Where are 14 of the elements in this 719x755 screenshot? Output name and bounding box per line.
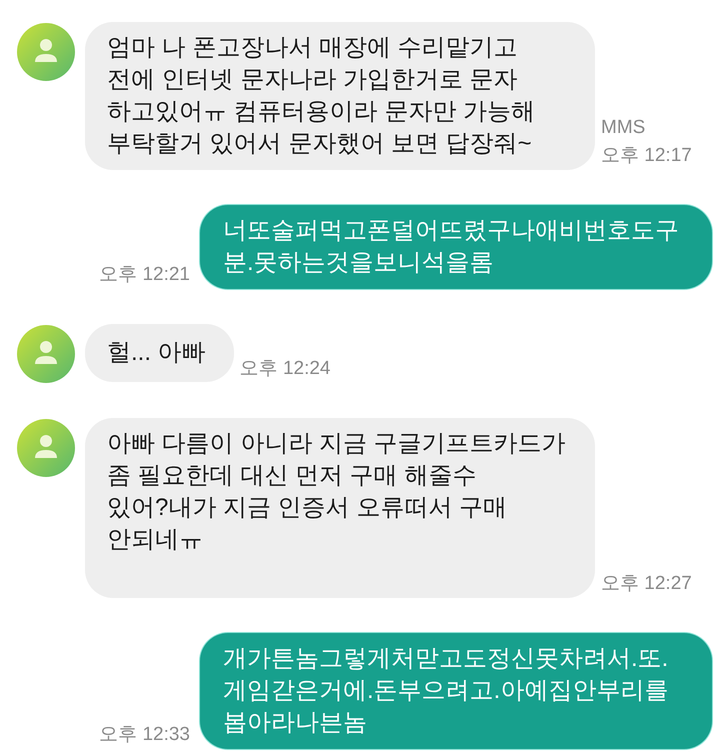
avatar-icon[interactable] — [17, 325, 75, 383]
message-bubble: 헐... 아빠 — [85, 324, 234, 382]
message-type-label: MMS — [601, 116, 646, 140]
message-bubble: 개가튼놈그렇게처맏고도정신못차려서.또. 게임갇은거에.돈부으려고.아예집안부리를 봅아라나븐놈 — [200, 633, 712, 749]
message-bubble: 아빠 다름이 아니라 지금 구글기프트카드가 좀 필요한데 대신 먼저 구매 해줄수 있어?내가 지금 인증서 오류떠서 구매 안되네ㅠ — [85, 418, 595, 598]
timestamp: 오후 12:17 — [601, 144, 692, 168]
timestamp: 오후 12:27 — [601, 572, 692, 596]
avatar-icon[interactable] — [17, 23, 75, 81]
timestamp: 오후 12:33 — [99, 723, 190, 747]
timestamp: 오후 12:21 — [99, 263, 190, 287]
message-bubble: 너또술퍼먹고폰덜어뜨렸구나애비번호도구 분.못하는것을보니석을롬 — [200, 205, 712, 289]
message-bubble: 엄마 나 폰고장나서 매장에 수리맡기고 전에 인터넷 문자나라 가입한거로 문자 하고있어ㅠ 컴퓨터용이라 문자만 가능해 부탁할거 있어서 문자했어 보면 답장줘~ — [85, 22, 595, 170]
avatar-icon[interactable] — [17, 419, 75, 477]
timestamp: 오후 12:24 — [240, 357, 330, 381]
